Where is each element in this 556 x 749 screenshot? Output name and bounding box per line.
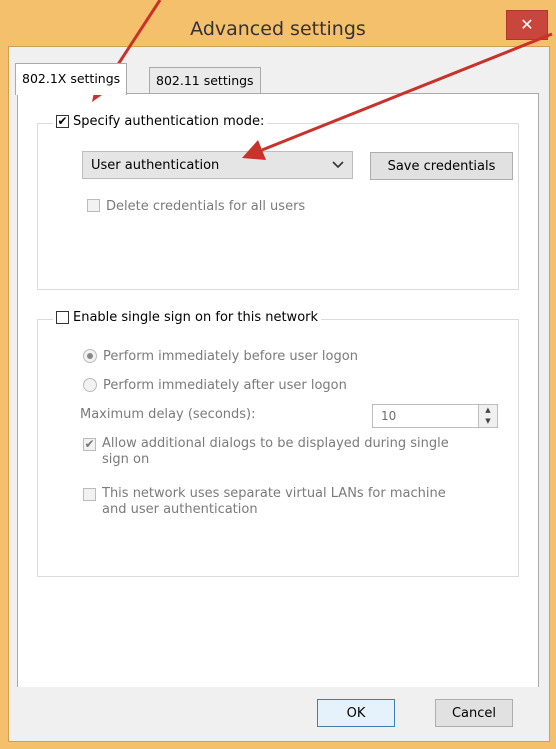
close-icon: ✕ <box>520 15 534 34</box>
chevron-down-icon <box>332 161 344 169</box>
allow-dialogs-checkbox[interactable]: ✔ <box>83 438 96 451</box>
save-credentials-button[interactable]: Save credentials <box>370 152 513 180</box>
delete-credentials-checkbox[interactable] <box>87 199 100 212</box>
allow-dialogs-label-line2: sign on <box>102 452 150 467</box>
allow-dialogs-label-line1: Allow additional dialogs to be displayed… <box>102 436 449 451</box>
specify-auth-mode-row[interactable]: ✔ Specify authentication mode: <box>53 114 268 129</box>
max-delay-spinner[interactable]: 10 ▲ ▼ <box>372 404 498 428</box>
separate-vlans-checkbox[interactable] <box>83 488 96 501</box>
title-bar: Advanced settings ✕ <box>0 0 556 44</box>
specify-auth-mode-label: Specify authentication mode: <box>73 114 265 129</box>
dialog-button-bar: OK Cancel <box>9 687 549 741</box>
separate-vlans-row[interactable]: This network uses separate virtual LANs … <box>83 486 446 518</box>
enable-sso-checkbox[interactable] <box>56 311 69 324</box>
advanced-settings-window: Advanced settings ✕ 802.1X settings 802.… <box>0 0 556 749</box>
dialog-client-area: 802.1X settings 802.11 settings ✔ Specif… <box>8 46 550 742</box>
checkmark-icon: ✔ <box>84 437 95 451</box>
spin-down-icon[interactable]: ▼ <box>479 416 497 427</box>
radio-before-logon-label: Perform immediately before user logon <box>103 349 358 364</box>
radio-after-logon-label: Perform immediately after user logon <box>103 378 347 393</box>
window-title: Advanced settings <box>190 18 366 40</box>
separate-vlans-label-line2: and user authentication <box>102 502 258 517</box>
specify-auth-mode-checkbox[interactable]: ✔ <box>56 115 69 128</box>
authentication-mode-select[interactable]: User authentication <box>82 151 353 179</box>
cancel-button[interactable]: Cancel <box>435 699 513 727</box>
separate-vlans-label-line1: This network uses separate virtual LANs … <box>102 486 446 501</box>
max-delay-value: 10 <box>381 409 397 423</box>
tab-80211-settings[interactable]: 802.11 settings <box>149 67 261 93</box>
close-button[interactable]: ✕ <box>506 10 548 40</box>
spin-up-icon[interactable]: ▲ <box>479 405 497 416</box>
enable-sso-label: Enable single sign on for this network <box>73 310 319 325</box>
enable-sso-row[interactable]: Enable single sign on for this network <box>53 310 322 325</box>
radio-after-logon-row[interactable]: Perform immediately after user logon <box>83 378 347 393</box>
allow-dialogs-row[interactable]: ✔ Allow additional dialogs to be display… <box>83 436 449 468</box>
max-delay-label: Maximum delay (seconds): <box>80 407 256 422</box>
authentication-mode-value: User authentication <box>91 157 220 173</box>
radio-after-logon[interactable] <box>83 378 97 392</box>
radio-before-logon-row[interactable]: Perform immediately before user logon <box>83 349 358 364</box>
ok-button[interactable]: OK <box>317 699 395 727</box>
tab-panel: ✔ Specify authentication mode: User auth… <box>17 93 539 723</box>
delete-credentials-row[interactable]: Delete credentials for all users <box>87 199 305 214</box>
checkmark-icon: ✔ <box>57 114 68 128</box>
radio-before-logon[interactable] <box>83 349 97 363</box>
delete-credentials-label: Delete credentials for all users <box>106 199 306 214</box>
tab-8021x-settings[interactable]: 802.1X settings <box>15 63 128 95</box>
